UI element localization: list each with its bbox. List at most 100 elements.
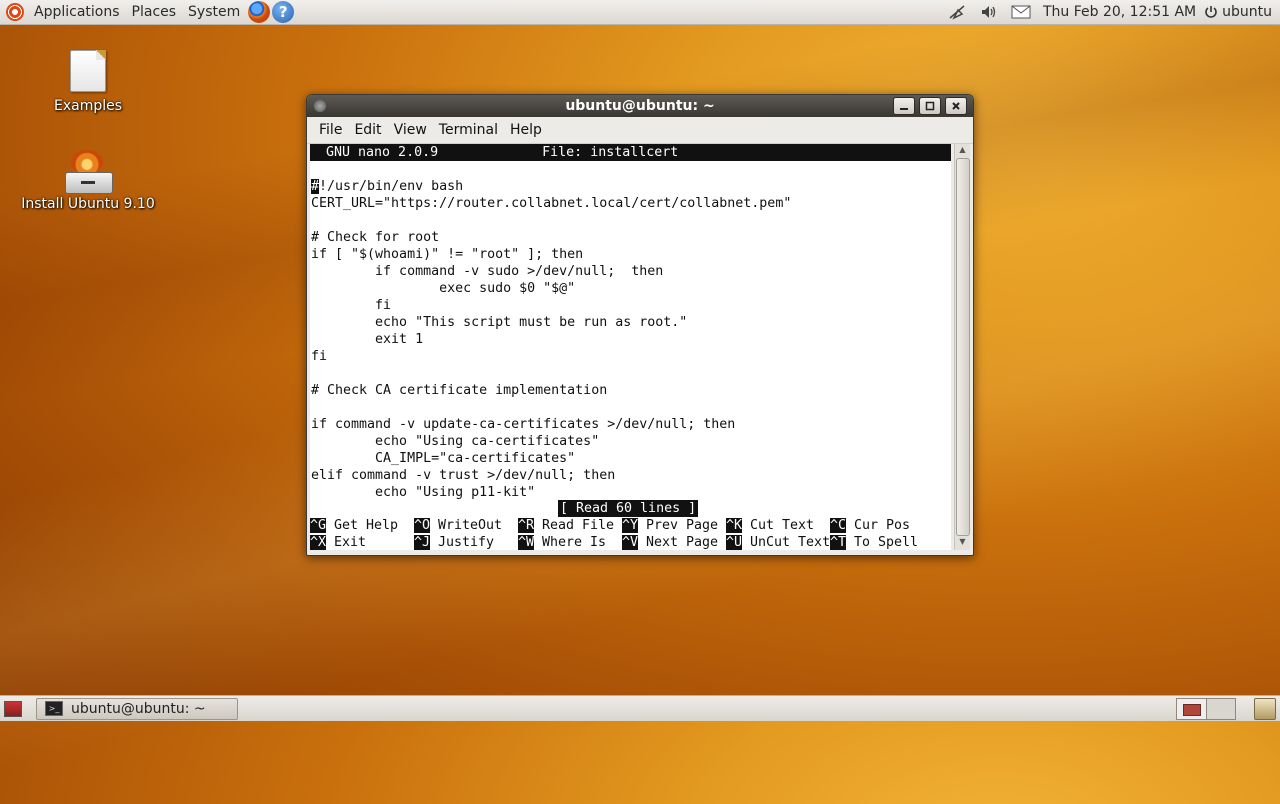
taskbar-label: ubuntu@ubuntu: ~ xyxy=(71,700,206,717)
close-button[interactable] xyxy=(945,97,967,115)
nano-shortcut: ^O WriteOut xyxy=(414,517,502,534)
workspace-1[interactable] xyxy=(1177,699,1206,719)
shortcut-label: Read File xyxy=(542,518,615,533)
menu-places[interactable]: Places xyxy=(126,0,183,24)
nano-shortcut: ^C Cur Pos xyxy=(830,517,910,534)
nano-shortcut: ^W Where Is xyxy=(518,534,606,551)
shortcut-label: Cur Pos xyxy=(854,518,911,533)
shortcut-label: Where Is xyxy=(542,535,607,550)
scroll-thumb[interactable] xyxy=(956,158,970,536)
nano-text-line: # Check for root xyxy=(311,230,440,245)
nano-header: GNU nano 2.0.9 File: installcert xyxy=(310,144,951,161)
document-icon xyxy=(70,50,106,92)
maximize-button[interactable] xyxy=(919,97,941,115)
menu-terminal[interactable]: Terminal xyxy=(433,122,504,138)
workspace-switcher[interactable] xyxy=(1176,698,1236,720)
desktop-icon-examples[interactable]: Examples xyxy=(18,50,158,114)
nano-shortcut: ^X Exit xyxy=(310,534,366,551)
nano-text-line: if [ "$(whoami)" != "root" ]; then xyxy=(311,247,584,262)
window-title: ubuntu@ubuntu: ~ xyxy=(565,98,715,114)
bottom-panel: >_ ubuntu@ubuntu: ~ xyxy=(0,695,1280,721)
desktop-icon-label: Install Ubuntu 9.10 xyxy=(21,196,155,212)
nano-text-line: CERT_URL="https://router.collabnet.local… xyxy=(311,196,792,211)
mail-icon[interactable] xyxy=(1011,4,1031,20)
shortcut-key: ^W xyxy=(518,535,535,550)
nano-text-line: #!/usr/bin/env bash xyxy=(311,178,463,195)
ubuntu-logo-icon xyxy=(6,3,24,21)
clock[interactable]: Thu Feb 20, 12:51 AM xyxy=(1043,4,1196,20)
shortcut-label: Cut Text xyxy=(750,518,815,533)
nano-text-line: echo "Using p11-kit" xyxy=(311,485,536,500)
scroll-up-arrow-icon[interactable]: ▲ xyxy=(955,145,970,157)
shortcut-key: ^U xyxy=(726,535,743,550)
menu-applications[interactable]: Applications xyxy=(28,0,126,24)
shortcut-label: Exit xyxy=(334,535,367,550)
nano-text-line: CA_IMPL="ca-certificates" xyxy=(311,451,576,466)
terminal-scrollbar[interactable]: ▲ ▼ xyxy=(954,144,970,550)
shortcut-label: WriteOut xyxy=(438,518,503,533)
system-tray: Thu Feb 20, 12:51 AM ubuntu xyxy=(941,0,1280,24)
menu-help[interactable]: Help xyxy=(504,122,548,138)
nano-shortcut: ^T To Spell xyxy=(830,534,918,551)
show-desktop-button[interactable] xyxy=(4,700,22,717)
nano-shortcut: ^G Get Help xyxy=(310,517,398,534)
window-titlebar[interactable]: ubuntu@ubuntu: ~ xyxy=(307,95,973,117)
minimize-button[interactable] xyxy=(893,97,915,115)
nano-text-line: exec sudo $0 "$@" xyxy=(311,281,576,296)
help-icon[interactable]: ? xyxy=(272,1,295,23)
shortcut-label: Prev Page xyxy=(646,518,719,533)
nano-text-line: echo "Using ca-certificates" xyxy=(311,434,600,449)
taskbar-terminal-button[interactable]: >_ ubuntu@ubuntu: ~ xyxy=(36,697,238,720)
power-icon xyxy=(1205,6,1217,18)
nano-text-line: if command -v update-ca-certificates >/d… xyxy=(311,417,736,432)
shortcut-key: ^Y xyxy=(622,518,639,533)
shortcut-key: ^R xyxy=(518,518,535,533)
nano-shortcut: ^R Read File xyxy=(518,517,614,534)
nano-text-line: # Check CA certificate implementation xyxy=(311,383,608,398)
shortcut-key: ^K xyxy=(726,518,743,533)
terminal-content[interactable]: GNU nano 2.0.9 File: installcert #!/usr/… xyxy=(310,144,951,550)
nano-line-text: !/usr/bin/env bash xyxy=(319,179,464,194)
terminal-icon: >_ xyxy=(45,701,63,716)
shortcut-key: ^V xyxy=(622,535,639,550)
network-icon[interactable] xyxy=(947,4,967,20)
user-menu[interactable]: ubuntu xyxy=(1204,4,1272,20)
nano-status: [ Read 60 lines ] xyxy=(558,500,699,517)
trash-icon[interactable] xyxy=(1254,698,1276,720)
nano-shortcut: ^J Justify xyxy=(414,534,494,551)
desktop-icon-install-ubuntu[interactable]: Install Ubuntu 9.10 xyxy=(18,150,158,212)
terminal-window: ubuntu@ubuntu: ~ File Edit View Terminal… xyxy=(306,94,974,556)
menu-edit[interactable]: Edit xyxy=(348,122,387,138)
menu-file[interactable]: File xyxy=(313,122,348,138)
workspace-2[interactable] xyxy=(1205,699,1235,719)
shortcut-key: ^J xyxy=(414,535,431,550)
shortcut-key: ^T xyxy=(830,535,847,550)
nano-text-line: elif command -v trust >/dev/null; then xyxy=(311,468,616,483)
nano-text-line: fi xyxy=(311,349,328,364)
top-panel: Applications Places System ? Thu Feb 20,… xyxy=(0,0,1280,25)
shortcut-label: To Spell xyxy=(854,535,919,550)
menu-system[interactable]: System xyxy=(182,0,246,24)
nano-shortcut: ^V Next Page xyxy=(622,534,718,551)
nano-text-line: if command -v sudo >/dev/null; then xyxy=(311,264,664,279)
shortcut-label: Next Page xyxy=(646,535,719,550)
nano-shortcut: ^U UnCut Text xyxy=(726,534,830,551)
firefox-icon[interactable] xyxy=(248,1,271,23)
shortcut-label: Get Help xyxy=(334,518,399,533)
volume-icon[interactable] xyxy=(979,4,999,20)
shortcut-key: ^X xyxy=(310,535,327,550)
user-name: ubuntu xyxy=(1222,4,1272,20)
shortcut-label: Justify xyxy=(438,535,495,550)
nano-text-line: echo "This script must be run as root." xyxy=(311,315,688,330)
installer-icon xyxy=(63,150,113,196)
desktop-icon-label: Examples xyxy=(53,98,123,114)
nano-text-line: exit 1 xyxy=(311,332,424,347)
text-cursor: # xyxy=(311,179,320,194)
shortcut-key: ^C xyxy=(830,518,847,533)
shortcut-key: ^O xyxy=(414,518,431,533)
shortcut-key: ^G xyxy=(310,518,327,533)
scroll-down-arrow-icon[interactable]: ▼ xyxy=(955,537,970,549)
nano-shortcut: ^Y Prev Page xyxy=(622,517,718,534)
terminal-menubar: File Edit View Terminal Help xyxy=(307,117,973,144)
menu-view[interactable]: View xyxy=(388,122,433,138)
